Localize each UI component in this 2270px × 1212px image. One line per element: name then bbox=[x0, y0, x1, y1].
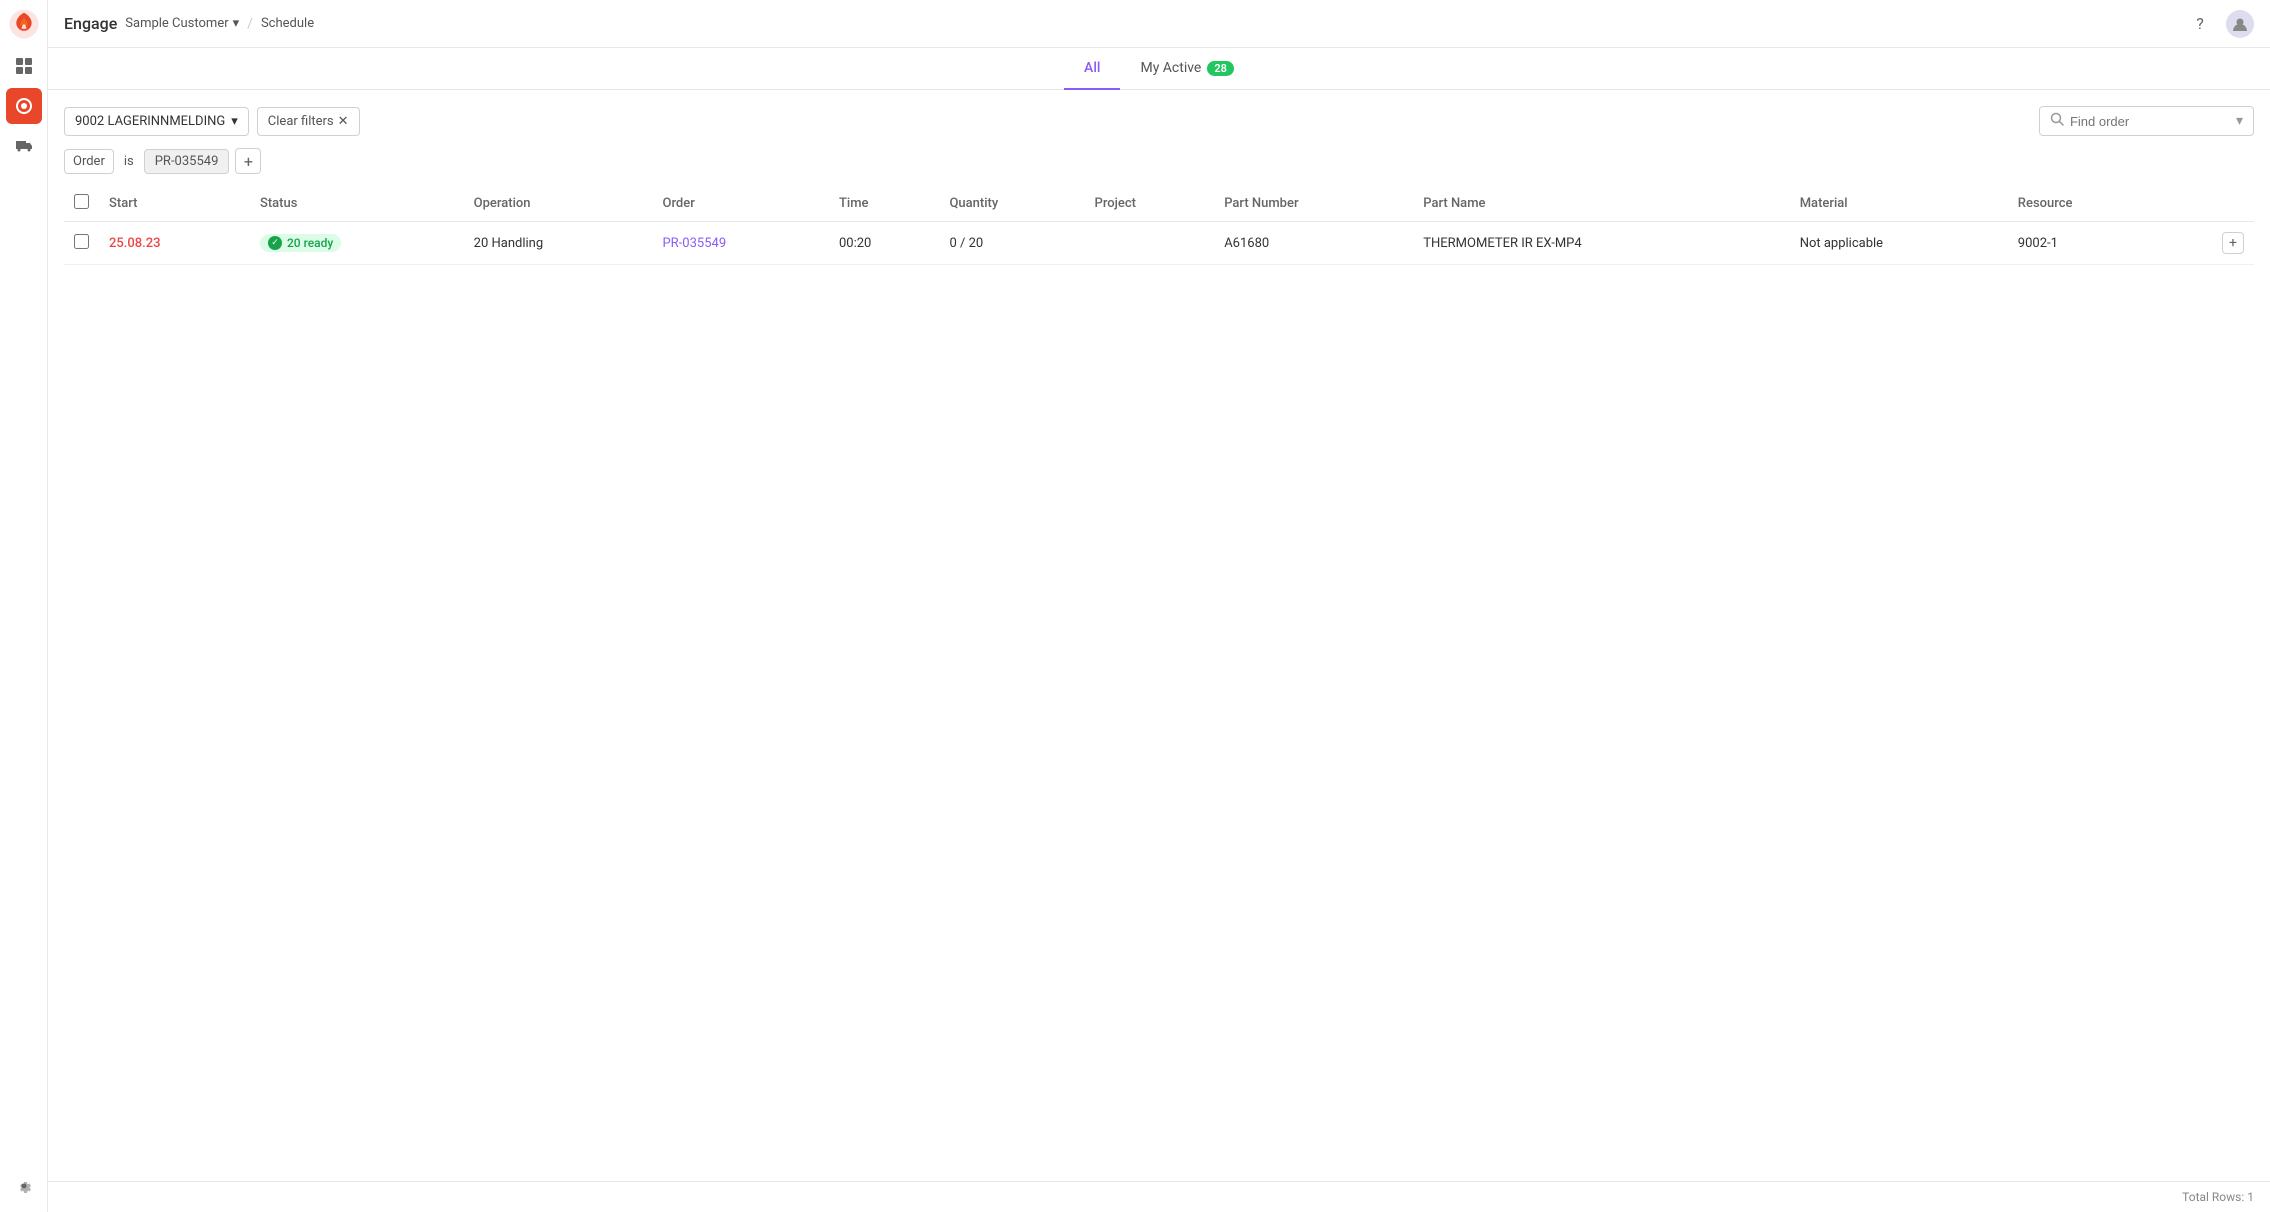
add-filter-button[interactable]: + bbox=[235, 148, 261, 174]
clear-filters-close-icon: ✕ bbox=[338, 114, 349, 129]
clear-filters-button[interactable]: Clear filters ✕ bbox=[257, 107, 360, 136]
order-filter-value: PR-035549 bbox=[144, 149, 230, 174]
breadcrumb-separator: / bbox=[247, 16, 253, 32]
col-header-start: Start bbox=[99, 186, 250, 222]
department-filter-value: 9002 LAGERINNMELDING bbox=[75, 114, 225, 129]
order-filter-label: Order bbox=[64, 149, 114, 174]
total-rows-label: Total Rows: 1 bbox=[2182, 1190, 2254, 1204]
search-icon bbox=[2050, 112, 2064, 130]
sidebar-item-delivery[interactable] bbox=[6, 128, 42, 164]
topbar-right: ? bbox=[2186, 10, 2254, 38]
row-project bbox=[1085, 222, 1215, 265]
sidebar bbox=[0, 0, 48, 1212]
status-check-icon: ✓ bbox=[268, 236, 282, 250]
user-avatar[interactable] bbox=[2226, 10, 2254, 38]
topbar: Engage Sample Customer ▾ / Schedule ? bbox=[48, 0, 2270, 48]
col-header-order: Order bbox=[652, 186, 828, 222]
tab-all[interactable]: All bbox=[1064, 48, 1120, 90]
col-header-quantity: Quantity bbox=[939, 186, 1084, 222]
app-logo[interactable] bbox=[8, 8, 40, 44]
filter-bar: 9002 LAGERINNMELDING ▾ Clear filters ✕ ▾ bbox=[64, 106, 2254, 136]
tab-my-active-label: My Active bbox=[1140, 60, 1201, 76]
sidebar-item-settings[interactable] bbox=[6, 1168, 42, 1204]
bottom-bar: Total Rows: 1 bbox=[48, 1181, 2270, 1212]
row-time: 00:20 bbox=[829, 222, 939, 265]
help-button[interactable]: ? bbox=[2186, 10, 2214, 38]
row-part-number: A61680 bbox=[1214, 222, 1413, 265]
col-header-part-number: Part Number bbox=[1214, 186, 1413, 222]
row-quantity: 0 / 20 bbox=[939, 222, 1084, 265]
search-input[interactable] bbox=[2070, 114, 2230, 129]
dropdown-chevron-icon: ▾ bbox=[231, 114, 238, 129]
col-header-time: Time bbox=[829, 186, 939, 222]
orders-table: Start Status Operation Order Time Quanti… bbox=[64, 186, 2254, 265]
customer-selector[interactable]: Sample Customer ▾ bbox=[125, 16, 239, 31]
tab-all-label: All bbox=[1084, 60, 1100, 76]
row-checkbox-cell[interactable] bbox=[64, 222, 99, 265]
col-header-part-name: Part Name bbox=[1413, 186, 1789, 222]
order-filter-condition: is bbox=[120, 150, 138, 173]
row-operation: 20 Handling bbox=[464, 222, 653, 265]
tab-my-active[interactable]: My Active 28 bbox=[1120, 48, 1253, 90]
chevron-down-icon: ▾ bbox=[233, 16, 240, 31]
row-start-date: 25.08.23 bbox=[99, 222, 250, 265]
col-header-operation: Operation bbox=[464, 186, 653, 222]
content-area: 9002 LAGERINNMELDING ▾ Clear filters ✕ ▾ bbox=[48, 90, 2270, 1181]
select-all-checkbox[interactable] bbox=[74, 194, 89, 209]
row-add-button[interactable]: + bbox=[2222, 232, 2244, 254]
table-header-row: Start Status Operation Order Time Quanti… bbox=[64, 186, 2254, 222]
app-title: Engage bbox=[64, 14, 117, 33]
customer-name: Sample Customer bbox=[125, 16, 228, 31]
col-header-actions bbox=[2165, 186, 2254, 222]
table-row: 25.08.23 ✓ 20 ready 20 Handling PR-03554… bbox=[64, 222, 2254, 265]
row-resource: 9002-1 bbox=[2008, 222, 2166, 265]
status-label: 20 ready bbox=[287, 236, 333, 250]
row-order[interactable]: PR-035549 bbox=[652, 222, 828, 265]
col-header-status: Status bbox=[250, 186, 464, 222]
sidebar-item-engage[interactable] bbox=[6, 88, 42, 124]
row-status-cell: ✓ 20 ready bbox=[250, 222, 464, 265]
row-material: Not applicable bbox=[1790, 222, 2008, 265]
department-filter-dropdown[interactable]: 9002 LAGERINNMELDING ▾ bbox=[64, 107, 249, 136]
status-badge: ✓ 20 ready bbox=[260, 234, 341, 252]
search-dropdown-icon: ▾ bbox=[2236, 113, 2243, 129]
breadcrumb-schedule[interactable]: Schedule bbox=[261, 16, 314, 31]
col-header-project: Project bbox=[1085, 186, 1215, 222]
col-header-resource: Resource bbox=[2008, 186, 2166, 222]
order-link[interactable]: PR-035549 bbox=[662, 236, 726, 251]
col-header-material: Material bbox=[1790, 186, 2008, 222]
main-content: Engage Sample Customer ▾ / Schedule ? Al… bbox=[48, 0, 2270, 1212]
row-add-action[interactable]: + bbox=[2165, 222, 2254, 265]
search-container[interactable]: ▾ bbox=[2039, 106, 2254, 136]
sidebar-item-grid[interactable] bbox=[6, 48, 42, 84]
row-select-checkbox[interactable] bbox=[74, 234, 89, 249]
select-all-header[interactable] bbox=[64, 186, 99, 222]
order-filter-row: Order is PR-035549 + bbox=[64, 148, 2254, 174]
row-part-name: THERMOMETER IR EX-MP4 bbox=[1413, 222, 1789, 265]
tabs-bar: All My Active 28 bbox=[48, 48, 2270, 90]
clear-filters-label: Clear filters bbox=[268, 114, 334, 129]
tab-my-active-badge: 28 bbox=[1207, 61, 1234, 76]
